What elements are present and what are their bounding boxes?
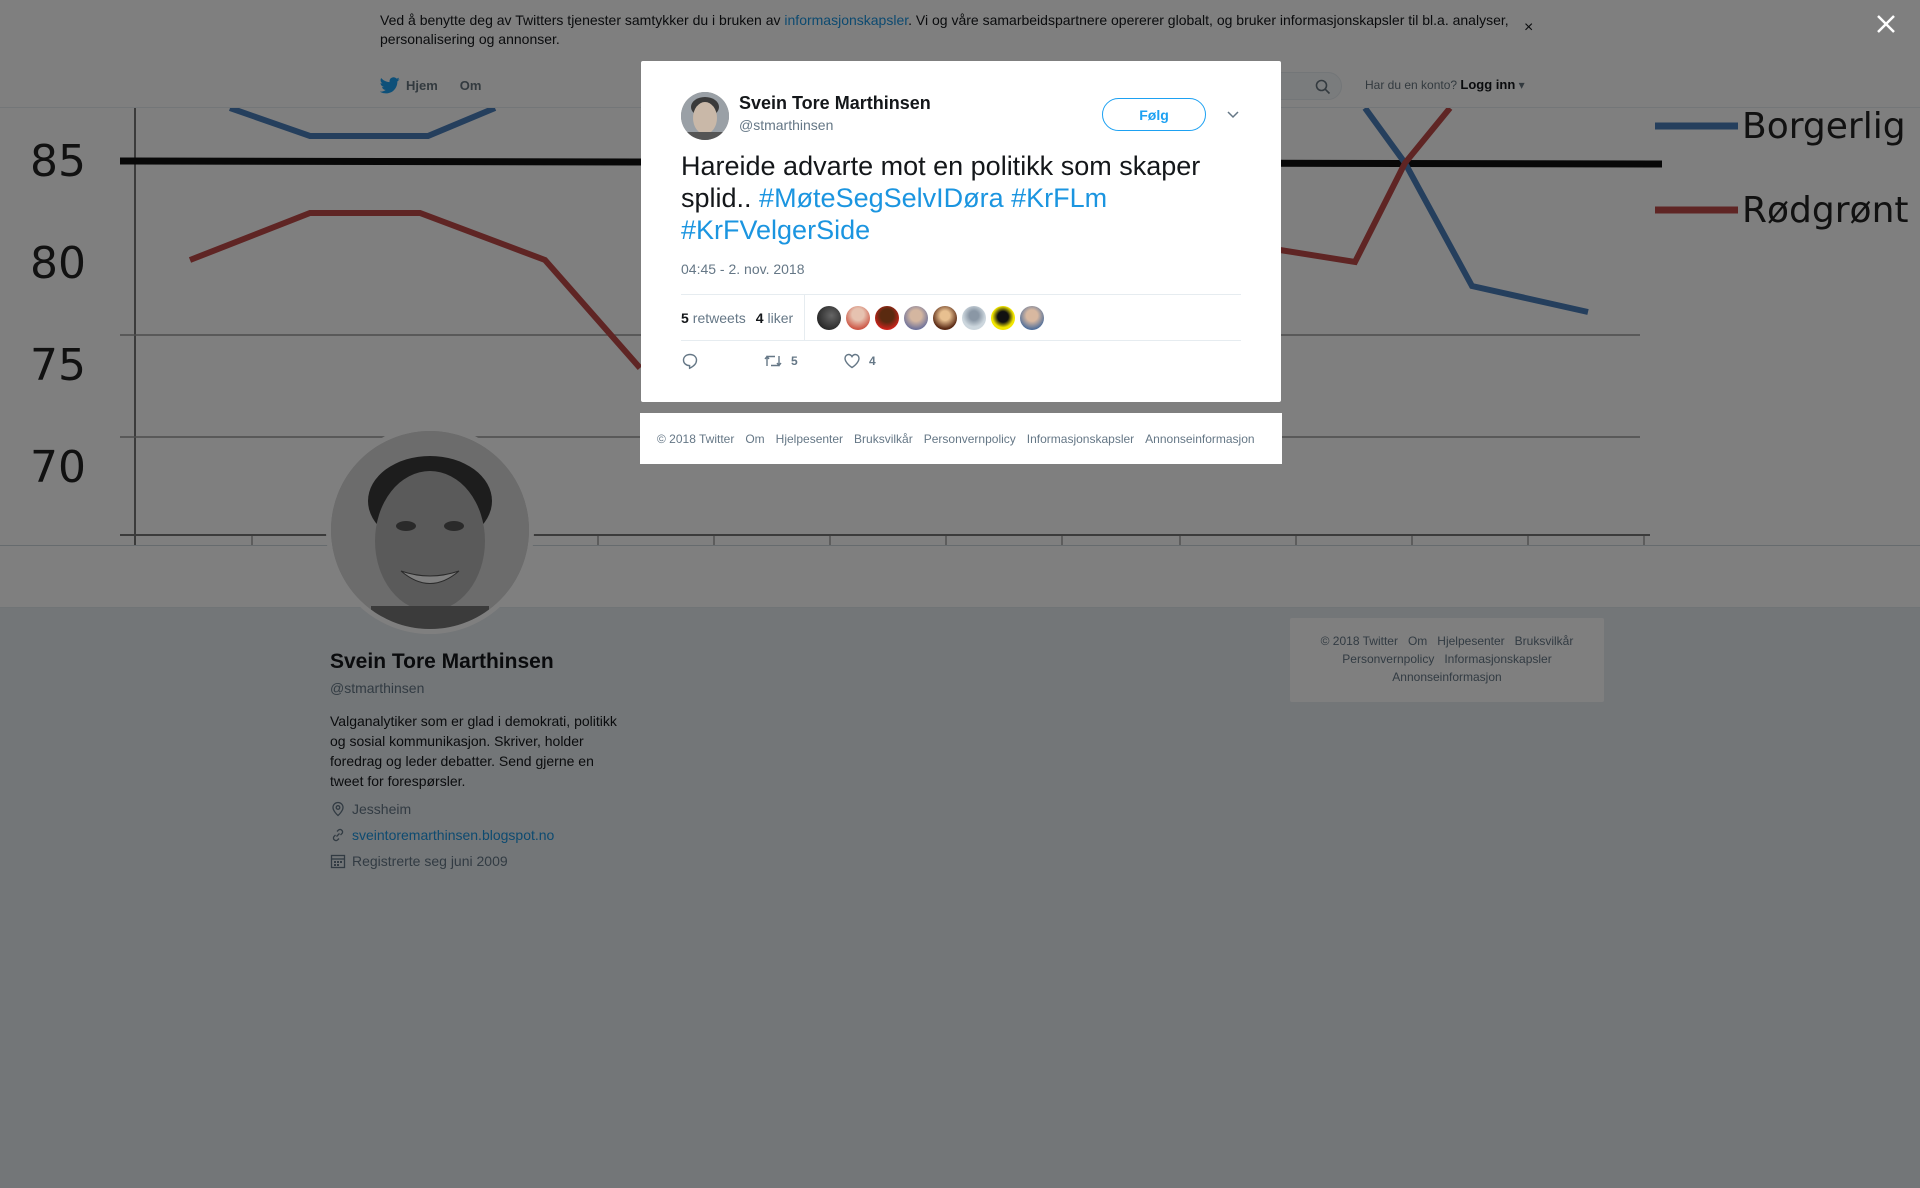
liker-avatars — [817, 306, 1049, 330]
modal-footer: © 2018 Twitter Om Hjelpesenter Bruksvilk… — [640, 413, 1282, 464]
footer-help[interactable]: Hjelpesenter — [776, 432, 843, 446]
hashtag-link[interactable]: #MøteSegSelvIDøra — [759, 183, 1004, 213]
retweet-label: retweets — [692, 309, 746, 326]
cookie-text: Ved å benytte deg av Twitters tjenester … — [380, 11, 1520, 49]
liker-avatar[interactable] — [933, 306, 957, 330]
cookie-consent-bar: Ved å benytte deg av Twitters tjenester … — [0, 0, 1920, 62]
tweet-actions: 5 4 — [681, 352, 1241, 376]
retweet-icon — [764, 355, 782, 367]
cookie-link[interactable]: informasjonskapsler — [784, 12, 908, 28]
like-button[interactable]: 4 — [843, 352, 876, 370]
footer-terms[interactable]: Bruksvilkår — [854, 432, 913, 446]
retweet-count: 5 — [681, 309, 689, 326]
chevron-down-icon[interactable] — [1225, 106, 1241, 122]
like-action-count: 4 — [869, 354, 876, 368]
retweet-action-count: 5 — [791, 354, 798, 368]
cookie-close-button[interactable]: × — [1524, 19, 1533, 37]
like-stat[interactable]: 4 liker — [756, 310, 793, 326]
tweet-text: Hareide advarte mot en politikk som skap… — [681, 150, 1241, 246]
hashtag-link[interactable]: #KrFVelgerSide — [681, 215, 870, 245]
cookie-text-before: Ved å benytte deg av Twitters tjenester … — [380, 12, 785, 28]
retweet-stat[interactable]: 5 retweets — [681, 310, 746, 326]
like-count: 4 — [755, 309, 764, 326]
footer-cookies[interactable]: Informasjonskapsler — [1027, 432, 1134, 446]
liker-avatar[interactable] — [962, 306, 986, 330]
tweet-modal: Svein Tore Marthinsen @stmarthinsen Følg… — [641, 61, 1281, 402]
liker-avatar[interactable] — [991, 306, 1015, 330]
stats-counts: 5 retweets 4 liker — [681, 295, 805, 340]
footer-copyright: © 2018 Twitter — [657, 431, 735, 446]
tweet-timestamp[interactable]: 04:45 - 2. nov. 2018 — [681, 261, 805, 277]
footer-privacy[interactable]: Personvernpolicy — [924, 432, 1016, 446]
liker-avatar[interactable] — [817, 306, 841, 330]
close-icon[interactable] — [1874, 12, 1898, 36]
hashtag-link[interactable]: #KrFLm — [1011, 183, 1107, 213]
like-label: liker — [767, 309, 794, 326]
tweet-author-name[interactable]: Svein Tore Marthinsen — [739, 93, 931, 114]
liker-avatar[interactable] — [1020, 306, 1044, 330]
retweet-button[interactable]: 5 — [763, 352, 798, 370]
liker-avatar[interactable] — [875, 306, 899, 330]
tweet-avatar-photo — [681, 92, 729, 140]
reply-button[interactable] — [681, 352, 707, 370]
heart-icon — [844, 353, 860, 369]
tweet-author-handle[interactable]: @stmarthinsen — [739, 117, 833, 133]
footer-ads[interactable]: Annonseinformasjon — [1145, 432, 1254, 446]
follow-button[interactable]: Følg — [1102, 98, 1206, 131]
tweet-stats: 5 retweets 4 liker — [681, 294, 1241, 341]
liker-avatar[interactable] — [846, 306, 870, 330]
footer-about[interactable]: Om — [745, 432, 764, 446]
liker-avatar[interactable] — [904, 306, 928, 330]
reply-icon — [682, 353, 698, 370]
tweet-avatar[interactable] — [681, 92, 729, 140]
